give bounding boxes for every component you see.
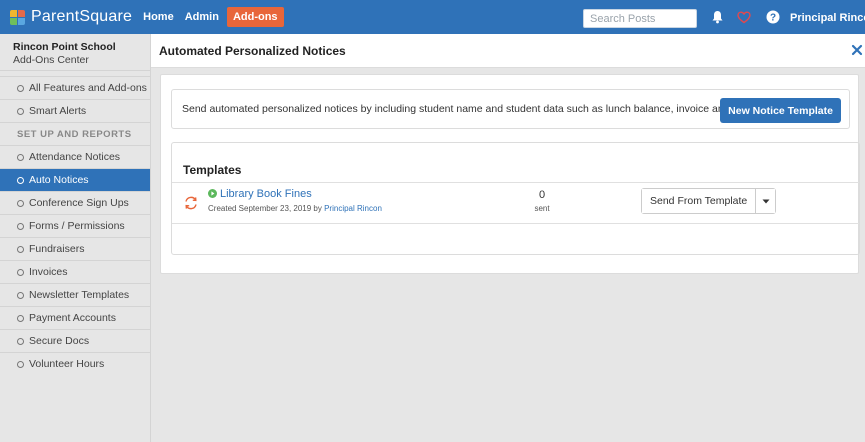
sidebar: Rincon Point School Add-Ons Center All F… <box>0 34 151 442</box>
circle-icon <box>17 107 24 115</box>
circle-icon <box>17 199 24 207</box>
content-card: Send automated personalized notices by i… <box>160 74 860 274</box>
sidebar-item-secure-docs[interactable]: Secure Docs <box>0 330 150 353</box>
school-header: Rincon Point School Add-Ons Center <box>0 34 150 71</box>
author-link[interactable]: Principal Rincon <box>324 204 382 213</box>
circle-icon <box>17 222 24 230</box>
sidebar-item-auto-notices[interactable]: Auto Notices <box>0 169 150 192</box>
templates-heading: Templates <box>183 163 242 177</box>
circle-icon <box>17 176 24 184</box>
page-title: Automated Personalized Notices <box>159 43 346 58</box>
sidebar-item-label: Secure Docs <box>29 335 90 347</box>
send-options-dropdown[interactable] <box>755 189 776 213</box>
sidebar-item-smart-alerts[interactable]: Smart Alerts <box>0 100 150 123</box>
sidebar-item-label: Payment Accounts <box>29 312 116 324</box>
user-menu[interactable]: Principal Rincon ▾ <box>790 11 865 24</box>
sidebar-item-payment-accounts[interactable]: Payment Accounts <box>0 307 150 330</box>
school-name: Rincon Point School <box>13 41 116 53</box>
sidebar-item-invoices[interactable]: Invoices <box>0 261 150 284</box>
new-notice-template-button[interactable]: New Notice Template <box>720 98 841 123</box>
created-text: Created September 23, 2019 by <box>208 204 322 213</box>
send-from-template-group: Send From Template <box>641 188 777 214</box>
circle-icon <box>17 360 24 368</box>
sidebar-item-label: Fundraisers <box>29 243 85 255</box>
sidebar-item-conference-sign-ups[interactable]: Conference Sign Ups <box>0 192 150 215</box>
sidebar-item-label: Conference Sign Ups <box>29 197 129 209</box>
circle-icon <box>17 245 24 253</box>
circle-icon <box>17 153 24 161</box>
template-created-meta: Created September 23, 2019 by Principal … <box>208 204 382 213</box>
sidebar-item-attendance-notices[interactable]: Attendance Notices <box>0 146 150 169</box>
templates-panel: Templates Library Book Fines Created Sep… <box>171 142 860 255</box>
top-nav-bar: ParentSquare Home Admin Add-ons ? Princi… <box>0 0 865 34</box>
nav-add-ons[interactable]: Add-ons <box>226 7 284 27</box>
sidebar-section-heading: SET UP AND REPORTS <box>0 123 150 146</box>
play-circle-icon <box>208 189 217 198</box>
parentsquare-logo-icon <box>10 9 25 25</box>
circle-icon <box>17 291 24 299</box>
circle-icon <box>17 314 24 322</box>
school-subtitle: Add-Ons Center <box>13 54 89 66</box>
sidebar-item-label: Attendance Notices <box>29 151 121 163</box>
main-content: Automated Personalized Notices Send auto… <box>151 34 865 442</box>
sent-label: sent <box>534 204 550 213</box>
sidebar-item-label: Volunteer Hours <box>29 358 105 370</box>
circle-icon <box>17 268 24 276</box>
heart-icon[interactable] <box>736 9 752 25</box>
svg-text:?: ? <box>770 13 776 24</box>
sidebar-item-label: Auto Notices <box>29 174 89 186</box>
template-name-link[interactable]: Library Book Fines <box>220 188 312 200</box>
send-from-template-button[interactable]: Send From Template <box>642 189 756 213</box>
page-header: Automated Personalized Notices <box>151 34 865 68</box>
sidebar-item-newsletter-templates[interactable]: Newsletter Templates <box>0 284 150 307</box>
intro-panel: Send automated personalized notices by i… <box>171 89 850 129</box>
circle-icon <box>17 337 24 345</box>
sidebar-item-forms-permissions[interactable]: Forms / Permissions <box>0 215 150 238</box>
sent-count: 0 <box>538 189 546 201</box>
intro-text: Send automated personalized notices by i… <box>182 103 767 115</box>
nav-home[interactable]: Home <box>143 11 174 23</box>
caret-down-icon <box>762 199 770 203</box>
app-name: ParentSquare <box>31 8 133 25</box>
help-icon[interactable]: ? <box>765 9 781 25</box>
app-logo[interactable]: ParentSquare <box>10 8 132 26</box>
sidebar-item-fundraisers[interactable]: Fundraisers <box>0 238 150 261</box>
nav-admin[interactable]: Admin <box>185 11 219 23</box>
sidebar-item-volunteer-hours[interactable]: Volunteer Hours <box>0 353 150 376</box>
search-posts-input[interactable] <box>583 9 697 28</box>
bell-icon[interactable] <box>709 9 725 25</box>
sidebar-item-label: Forms / Permissions <box>29 220 125 232</box>
sidebar-item-all-features[interactable]: All Features and Add-ons <box>0 77 150 100</box>
sync-icon <box>183 195 199 211</box>
table-row: Library Book Fines Created September 23,… <box>172 182 859 224</box>
sidebar-item-label: All Features and Add-ons <box>29 82 147 94</box>
sidebar-item-label: Smart Alerts <box>29 105 87 117</box>
circle-icon <box>17 84 24 92</box>
close-icon[interactable] <box>851 44 863 56</box>
sidebar-item-label: Invoices <box>29 266 68 278</box>
sidebar-item-label: Newsletter Templates <box>29 289 130 301</box>
